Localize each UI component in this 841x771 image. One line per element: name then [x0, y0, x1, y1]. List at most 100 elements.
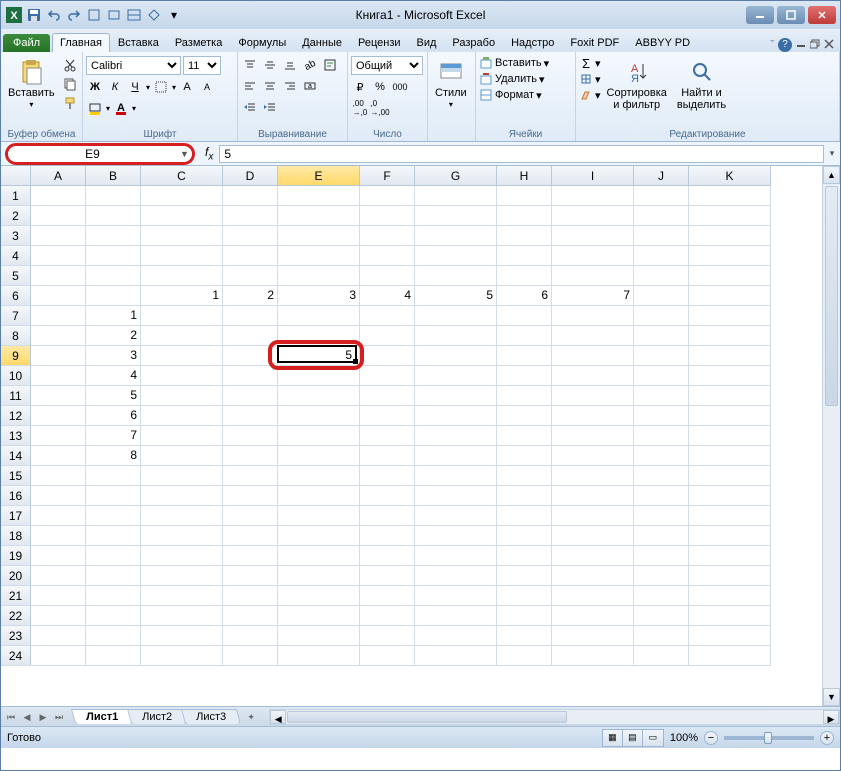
underline-button[interactable]: Ч — [126, 78, 144, 96]
cell[interactable] — [223, 386, 278, 406]
cell[interactable] — [141, 526, 223, 546]
cell[interactable] — [552, 526, 634, 546]
copy-icon[interactable] — [61, 75, 79, 93]
cell[interactable] — [689, 306, 771, 326]
cell[interactable] — [497, 546, 552, 566]
number-format-select[interactable]: Общий — [351, 56, 423, 75]
cell[interactable] — [223, 266, 278, 286]
cell[interactable] — [141, 246, 223, 266]
cell[interactable] — [278, 486, 360, 506]
cell[interactable] — [278, 586, 360, 606]
cell[interactable] — [86, 606, 141, 626]
cell[interactable] — [552, 466, 634, 486]
cell[interactable] — [278, 466, 360, 486]
row-header[interactable]: 23 — [1, 626, 31, 646]
cell[interactable] — [86, 206, 141, 226]
scroll-left-button[interactable]: ◀ — [270, 710, 286, 724]
cell[interactable] — [360, 366, 415, 386]
cell[interactable]: 8 — [86, 446, 141, 466]
cell[interactable] — [497, 486, 552, 506]
cell[interactable] — [552, 266, 634, 286]
cell[interactable] — [360, 626, 415, 646]
cell[interactable] — [552, 346, 634, 366]
cell[interactable] — [360, 646, 415, 666]
format-cells-button[interactable]: Формат ▾ — [479, 88, 542, 102]
fill-color-icon[interactable] — [86, 99, 104, 117]
ribbon-tab-вид[interactable]: Вид — [409, 33, 445, 52]
minimize-ribbon-icon[interactable]: ˇ — [770, 39, 774, 51]
row-header[interactable]: 1 — [1, 186, 31, 206]
cell[interactable] — [552, 566, 634, 586]
cell[interactable] — [360, 386, 415, 406]
undo-icon[interactable] — [45, 6, 63, 24]
cell[interactable]: 3 — [278, 286, 360, 306]
cell[interactable] — [31, 206, 86, 226]
cell[interactable] — [86, 266, 141, 286]
cell[interactable] — [278, 266, 360, 286]
cell[interactable] — [552, 606, 634, 626]
cell[interactable] — [415, 426, 497, 446]
ribbon-tab-разметка[interactable]: Разметка — [167, 33, 231, 52]
cell[interactable] — [634, 326, 689, 346]
ribbon-tab-формулы[interactable]: Формулы — [230, 33, 294, 52]
cell[interactable] — [223, 546, 278, 566]
save-icon[interactable] — [25, 6, 43, 24]
cell[interactable] — [689, 226, 771, 246]
cell[interactable] — [278, 386, 360, 406]
cell[interactable] — [86, 486, 141, 506]
cell[interactable] — [360, 546, 415, 566]
cell[interactable] — [86, 466, 141, 486]
cell[interactable] — [634, 446, 689, 466]
cell[interactable] — [31, 266, 86, 286]
cell[interactable] — [415, 386, 497, 406]
ribbon-tab-данные[interactable]: Данные — [294, 33, 350, 52]
column-header[interactable]: J — [634, 166, 689, 186]
cell[interactable] — [552, 306, 634, 326]
row-header[interactable]: 19 — [1, 546, 31, 566]
cell[interactable] — [415, 186, 497, 206]
cell[interactable] — [223, 186, 278, 206]
cell[interactable] — [634, 286, 689, 306]
align-center-icon[interactable] — [261, 77, 279, 95]
cell[interactable] — [141, 646, 223, 666]
cell[interactable] — [415, 466, 497, 486]
cell[interactable] — [634, 426, 689, 446]
cell[interactable] — [86, 546, 141, 566]
cell[interactable] — [31, 406, 86, 426]
cell[interactable] — [415, 546, 497, 566]
cell[interactable]: 6 — [86, 406, 141, 426]
cell[interactable] — [497, 586, 552, 606]
cell[interactable] — [497, 186, 552, 206]
cell[interactable] — [86, 246, 141, 266]
row-header[interactable]: 5 — [1, 266, 31, 286]
formula-input[interactable] — [219, 145, 824, 163]
cell[interactable] — [415, 206, 497, 226]
select-all-corner[interactable] — [1, 166, 31, 186]
cell[interactable] — [634, 346, 689, 366]
cell[interactable] — [689, 366, 771, 386]
cell[interactable] — [31, 566, 86, 586]
cell[interactable] — [31, 446, 86, 466]
cell[interactable] — [278, 306, 360, 326]
cell[interactable] — [415, 326, 497, 346]
cell[interactable] — [278, 506, 360, 526]
orientation-icon[interactable]: ab — [301, 56, 319, 74]
cell[interactable] — [141, 366, 223, 386]
zoom-slider[interactable] — [724, 736, 814, 740]
cell[interactable] — [360, 526, 415, 546]
cell[interactable] — [141, 626, 223, 646]
excel-logo-icon[interactable]: X — [5, 6, 23, 24]
cell[interactable] — [415, 566, 497, 586]
percent-icon[interactable]: % — [371, 78, 389, 96]
cell[interactable] — [141, 406, 223, 426]
cell[interactable] — [278, 226, 360, 246]
increase-indent-icon[interactable] — [261, 98, 279, 116]
cell[interactable] — [223, 566, 278, 586]
scroll-down-button[interactable]: ▼ — [823, 688, 840, 706]
cell[interactable] — [223, 426, 278, 446]
cell[interactable] — [141, 326, 223, 346]
cell[interactable] — [141, 346, 223, 366]
cell[interactable] — [552, 486, 634, 506]
cell[interactable] — [552, 326, 634, 346]
expand-formula-bar-icon[interactable]: ▾ — [824, 148, 840, 159]
